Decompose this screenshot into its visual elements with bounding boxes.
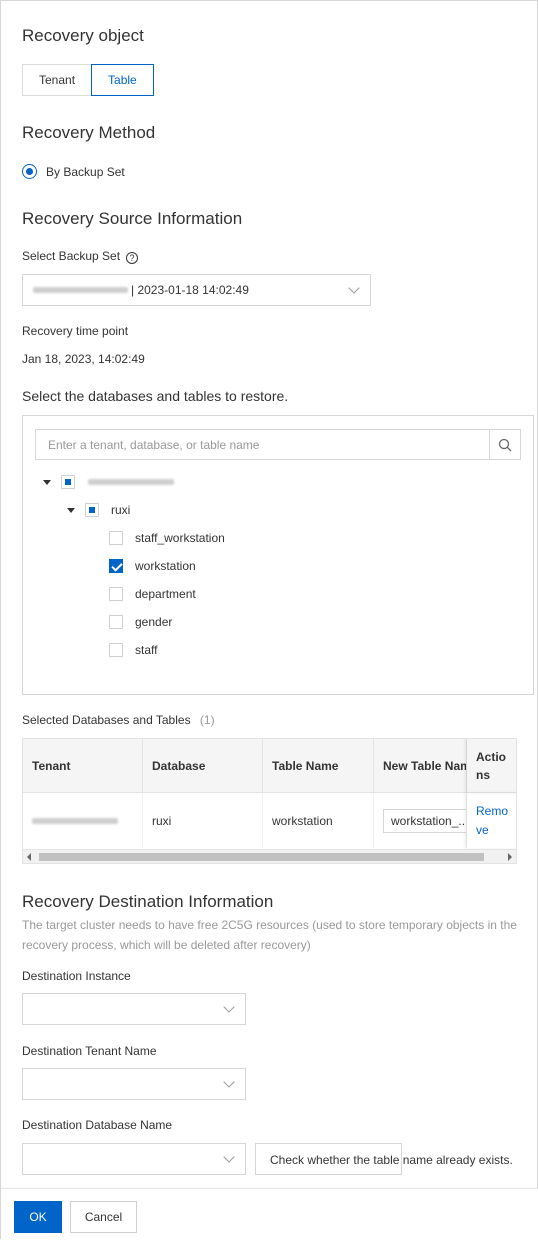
chevron-down-icon	[348, 282, 360, 294]
destination-tenant-select[interactable]	[22, 1068, 246, 1100]
recovery-object-heading: Recovery object	[22, 26, 144, 45]
table-checkbox-department[interactable]	[109, 587, 123, 601]
expand-tenant-icon[interactable]	[43, 480, 51, 485]
help-icon[interactable]: ?	[126, 252, 139, 264]
time-point-value: Jan 18, 2023, 14:02:49	[22, 352, 145, 366]
destination-database-select[interactable]	[22, 1143, 246, 1175]
table-checkbox-staff-workstation[interactable]	[109, 531, 123, 545]
selected-count: (1)	[199, 713, 215, 727]
redacted-tenant-name	[88, 479, 174, 485]
tenant-option[interactable]: Tenant	[22, 64, 93, 96]
radio-selected-icon	[22, 164, 37, 179]
search-button[interactable]	[489, 430, 520, 459]
scroll-right-icon[interactable]	[508, 853, 512, 861]
cell-database: ruxi	[143, 793, 263, 848]
select-prompt: Select the databases and tables to resto…	[22, 388, 289, 404]
backup-set-select[interactable]: | 2023-01-18 14:02:49	[22, 274, 371, 306]
source-heading: Recovery Source Information	[22, 209, 243, 228]
column-header-table-name: Table Name	[263, 739, 374, 793]
cell-tenant	[23, 793, 143, 848]
recovery-form: Recovery object Tenant Table Recovery Me…	[0, 0, 538, 1240]
chevron-down-icon	[223, 1001, 235, 1013]
backup-set-label-row: Select Backup Set?	[22, 249, 139, 264]
redacted-tenant-name	[32, 817, 118, 824]
destination-tenant-label: Destination Tenant Name	[22, 1044, 157, 1058]
chevron-down-icon	[223, 1151, 235, 1163]
tree-search-input[interactable]: Enter a tenant, database, or table name	[35, 429, 521, 460]
horizontal-scrollbar[interactable]	[23, 849, 516, 863]
selected-tables-table: Tenant Database Table Name New Table Nam…	[22, 738, 517, 864]
destination-instance-select[interactable]	[22, 993, 246, 1025]
database-node-label: ruxi	[111, 503, 131, 517]
tenant-checkbox[interactable]	[61, 475, 75, 489]
table-label: department	[135, 587, 196, 601]
column-header-new-table-name: New Table Nam	[374, 739, 467, 793]
backup-set-label: Select Backup Set	[22, 249, 121, 263]
scroll-left-icon[interactable]	[27, 853, 31, 861]
table-label: gender	[135, 615, 173, 629]
table-checkbox-staff[interactable]	[109, 643, 123, 657]
time-point-label: Recovery time point	[22, 324, 129, 338]
scrollbar-thumb[interactable]	[39, 853, 484, 861]
search-placeholder: Enter a tenant, database, or table name	[48, 437, 260, 452]
selected-tables-label: Selected Databases and Tables	[22, 713, 191, 727]
search-icon	[498, 438, 512, 451]
cell-table-name: workstation	[263, 793, 374, 848]
cell-new-table-name: workstation_...	[374, 793, 467, 848]
radio-label: By Backup Set	[46, 164, 125, 179]
selected-tables-label-row: Selected Databases and Tables (1)	[22, 713, 215, 727]
recovery-method-heading: Recovery Method	[22, 123, 156, 142]
by-backup-set-radio[interactable]: By Backup Set	[22, 164, 125, 179]
table-checkbox-workstation[interactable]	[109, 559, 123, 573]
remove-link[interactable]: Remo ve	[467, 793, 516, 848]
ok-button[interactable]: OK	[14, 1201, 62, 1233]
table-option[interactable]: Table	[91, 64, 154, 96]
tree-panel: Enter a tenant, database, or table name …	[22, 415, 534, 695]
destination-heading: Recovery Destination Information	[22, 892, 274, 911]
table-label: workstation	[135, 559, 196, 573]
destination-note: The target cluster needs to have free 2C…	[22, 918, 517, 952]
check-table-name-label: Check whether the table name already exi…	[270, 1153, 513, 1167]
column-header-actions: Actio ns	[467, 739, 516, 793]
column-header-tenant: Tenant	[23, 739, 143, 793]
table-checkbox-gender[interactable]	[109, 615, 123, 629]
table-label: staff_workstation	[135, 531, 225, 545]
expand-database-icon[interactable]	[67, 508, 75, 513]
table-label: staff	[135, 643, 158, 657]
column-header-database: Database	[143, 739, 263, 793]
cancel-button[interactable]: Cancel	[70, 1201, 137, 1233]
destination-database-label: Destination Database Name	[22, 1118, 173, 1132]
chevron-down-icon	[223, 1076, 235, 1088]
redacted-backup-name	[33, 287, 128, 293]
footer-bar: OK Cancel	[1, 1188, 538, 1240]
backup-set-value: | 2023-01-18 14:02:49	[131, 283, 249, 297]
recovery-object-toggle: Tenant Table	[22, 64, 154, 96]
destination-instance-label: Destination Instance	[22, 969, 131, 983]
database-checkbox[interactable]	[85, 503, 99, 517]
new-table-name-input[interactable]: workstation_...	[383, 808, 466, 833]
